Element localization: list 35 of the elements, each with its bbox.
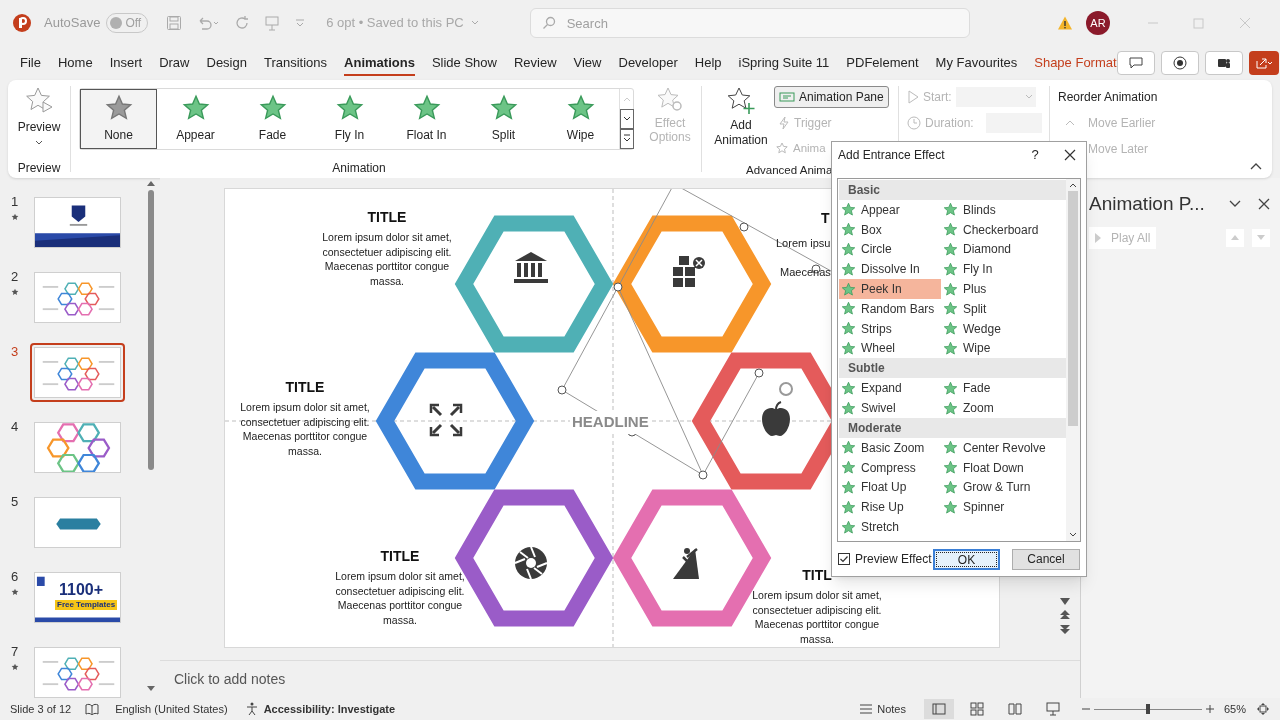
block-title: TITL	[802, 567, 832, 583]
pane-title: Animation P...	[1089, 192, 1205, 216]
slide-counter: Slide 3 of 12	[10, 701, 72, 717]
reorder-title: Reorder Animation	[1058, 89, 1159, 106]
slide-number: 1	[11, 195, 20, 209]
slide-number: 6	[11, 570, 20, 584]
block-title: T	[821, 210, 830, 226]
document-title: 6 opt • Saved to this PC	[326, 14, 464, 33]
thumbnail-heading: 1100+	[59, 581, 104, 599]
block-text: Maecenas	[780, 265, 831, 279]
autosave-label: AutoSave	[44, 14, 101, 33]
slide-number: 5	[11, 495, 20, 509]
group-label: Animation	[332, 160, 386, 177]
block-title: TITLE	[285, 379, 325, 395]
group-label: Advanced Anima	[746, 163, 833, 178]
slide-number: 3	[11, 345, 20, 359]
section-header: Basic	[839, 180, 1066, 200]
group-label: Preview	[17, 160, 61, 177]
block-text: Lorem ipsu	[776, 236, 831, 250]
section-header: Subtle	[839, 358, 1066, 379]
block-text: Lorem ipsum dolor sit amet, consectetuer adipiscing elit. Maecenas porttitor congue massa.	[751, 588, 883, 646]
block-text: Lorem ipsum dolor sit amet, consectetuer adipiscing elit. Maecenas porttitor congue massa.	[239, 400, 371, 458]
slide-number: 4	[11, 420, 20, 434]
dialog-title: Add Entrance Effect	[838, 147, 945, 164]
headline-text: HEADLINE	[570, 411, 651, 434]
block-text: Lorem ipsum dolor sit amet, consectetuer adipiscing elit. Maecenas porttitor congue massa.	[321, 230, 453, 288]
block-title: TITLE	[380, 548, 420, 564]
block-text: Lorem ipsum dolor sit amet, consectetuer adipiscing elit. Maecenas porttitor congue massa.	[334, 569, 466, 627]
slide-number: 7	[11, 645, 20, 659]
start-label: Start:	[923, 89, 952, 106]
section-header: Moderate	[839, 417, 1066, 438]
block-title: TITLE	[367, 209, 407, 225]
duration-label: Duration:	[925, 115, 974, 132]
thumbnail-subheading: Free Templates	[55, 600, 118, 610]
slide-number: 2	[11, 270, 20, 284]
